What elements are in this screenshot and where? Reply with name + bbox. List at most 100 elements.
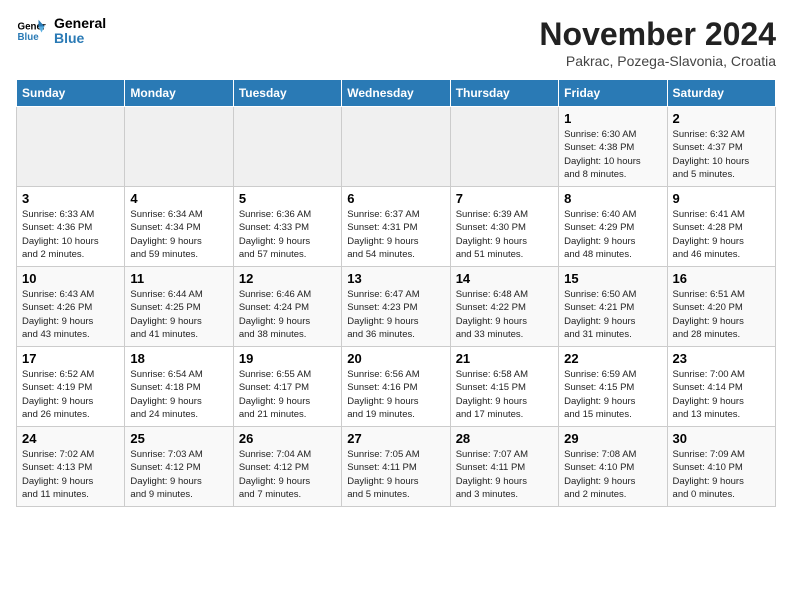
calendar-cell: 27 Sunrise: 7:05 AM Sunset: 4:11 PM Dayli… <box>342 427 450 507</box>
calendar-cell: 30 Sunrise: 7:09 AM Sunset: 4:10 PM Dayli… <box>667 427 775 507</box>
day-number: 27 <box>347 431 444 446</box>
day-number: 26 <box>239 431 336 446</box>
calendar-cell: 8 Sunrise: 6:40 AM Sunset: 4:29 PM Daylig… <box>559 187 667 267</box>
day-info: Sunrise: 6:51 AM Sunset: 4:20 PM Dayligh… <box>673 288 770 341</box>
calendar-cell: 25Sunrise: 7:03 AM Sunset: 4:12 PM Dayli… <box>125 427 233 507</box>
weekday-header-sunday: Sunday <box>17 80 125 107</box>
calendar-cell: 26Sunrise: 7:04 AM Sunset: 4:12 PM Dayli… <box>233 427 341 507</box>
day-number: 17 <box>22 351 119 366</box>
calendar-cell <box>342 107 450 187</box>
day-number: 7 <box>456 191 553 206</box>
calendar-cell: 3 Sunrise: 6:33 AM Sunset: 4:36 PM Daylig… <box>17 187 125 267</box>
calendar-cell: 12Sunrise: 6:46 AM Sunset: 4:24 PM Dayli… <box>233 267 341 347</box>
day-number: 3 <box>22 191 119 206</box>
day-number: 13 <box>347 271 444 286</box>
calendar-cell: 11 Sunrise: 6:44 AM Sunset: 4:25 PM Dayli… <box>125 267 233 347</box>
weekday-header-row: SundayMondayTuesdayWednesdayThursdayFrid… <box>17 80 776 107</box>
calendar-cell: 28 Sunrise: 7:07 AM Sunset: 4:11 PM Dayli… <box>450 427 558 507</box>
day-info: Sunrise: 6:50 AM Sunset: 4:21 PM Dayligh… <box>564 288 661 341</box>
day-number: 19 <box>239 351 336 366</box>
day-number: 29 <box>564 431 661 446</box>
day-number: 11 <box>130 271 227 286</box>
day-info: Sunrise: 6:30 AM Sunset: 4:38 PM Dayligh… <box>564 128 661 181</box>
day-info: Sunrise: 6:36 AM Sunset: 4:33 PM Dayligh… <box>239 208 336 261</box>
day-info: Sunrise: 6:40 AM Sunset: 4:29 PM Dayligh… <box>564 208 661 261</box>
calendar-cell: 18Sunrise: 6:54 AM Sunset: 4:18 PM Dayli… <box>125 347 233 427</box>
day-info: Sunrise: 7:09 AM Sunset: 4:10 PM Dayligh… <box>673 448 770 501</box>
day-info: Sunrise: 7:00 AM Sunset: 4:14 PM Dayligh… <box>673 368 770 421</box>
calendar-week-row: 24Sunrise: 7:02 AM Sunset: 4:13 PM Dayli… <box>17 427 776 507</box>
calendar-week-row: 1 Sunrise: 6:30 AM Sunset: 4:38 PM Daylig… <box>17 107 776 187</box>
day-info: Sunrise: 6:32 AM Sunset: 4:37 PM Dayligh… <box>673 128 770 181</box>
weekday-header-friday: Friday <box>559 80 667 107</box>
calendar-week-row: 10 Sunrise: 6:43 AM Sunset: 4:26 PM Dayli… <box>17 267 776 347</box>
day-number: 4 <box>130 191 227 206</box>
day-number: 22 <box>564 351 661 366</box>
day-info: Sunrise: 6:58 AM Sunset: 4:15 PM Dayligh… <box>456 368 553 421</box>
day-info: Sunrise: 7:03 AM Sunset: 4:12 PM Dayligh… <box>130 448 227 501</box>
weekday-header-tuesday: Tuesday <box>233 80 341 107</box>
logo-icon: General Blue <box>16 16 46 46</box>
calendar-week-row: 17 Sunrise: 6:52 AM Sunset: 4:19 PM Dayli… <box>17 347 776 427</box>
calendar-cell: 19 Sunrise: 6:55 AM Sunset: 4:17 PM Dayli… <box>233 347 341 427</box>
day-number: 30 <box>673 431 770 446</box>
calendar-cell: 22 Sunrise: 6:59 AM Sunset: 4:15 PM Dayli… <box>559 347 667 427</box>
calendar-cell: 21 Sunrise: 6:58 AM Sunset: 4:15 PM Dayli… <box>450 347 558 427</box>
calendar-cell: 6Sunrise: 6:37 AM Sunset: 4:31 PM Daylig… <box>342 187 450 267</box>
day-info: Sunrise: 6:37 AM Sunset: 4:31 PM Dayligh… <box>347 208 444 261</box>
day-number: 28 <box>456 431 553 446</box>
calendar-cell: 24Sunrise: 7:02 AM Sunset: 4:13 PM Dayli… <box>17 427 125 507</box>
day-number: 21 <box>456 351 553 366</box>
logo: General Blue General Blue <box>16 16 106 47</box>
day-info: Sunrise: 7:05 AM Sunset: 4:11 PM Dayligh… <box>347 448 444 501</box>
calendar-body: 1 Sunrise: 6:30 AM Sunset: 4:38 PM Daylig… <box>17 107 776 507</box>
day-info: Sunrise: 6:48 AM Sunset: 4:22 PM Dayligh… <box>456 288 553 341</box>
logo-blue: Blue <box>54 31 106 46</box>
day-number: 10 <box>22 271 119 286</box>
title-area: November 2024 Pakrac, Pozega-Slavonia, C… <box>539 16 776 69</box>
day-number: 9 <box>673 191 770 206</box>
day-info: Sunrise: 6:59 AM Sunset: 4:15 PM Dayligh… <box>564 368 661 421</box>
calendar-cell <box>17 107 125 187</box>
logo-general: General <box>54 16 106 31</box>
day-number: 12 <box>239 271 336 286</box>
day-info: Sunrise: 6:52 AM Sunset: 4:19 PM Dayligh… <box>22 368 119 421</box>
calendar-cell: 29 Sunrise: 7:08 AM Sunset: 4:10 PM Dayli… <box>559 427 667 507</box>
day-info: Sunrise: 6:39 AM Sunset: 4:30 PM Dayligh… <box>456 208 553 261</box>
calendar-cell <box>233 107 341 187</box>
day-info: Sunrise: 7:07 AM Sunset: 4:11 PM Dayligh… <box>456 448 553 501</box>
calendar-week-row: 3 Sunrise: 6:33 AM Sunset: 4:36 PM Daylig… <box>17 187 776 267</box>
day-number: 15 <box>564 271 661 286</box>
day-info: Sunrise: 6:34 AM Sunset: 4:34 PM Dayligh… <box>130 208 227 261</box>
day-number: 23 <box>673 351 770 366</box>
calendar-cell: 5 Sunrise: 6:36 AM Sunset: 4:33 PM Daylig… <box>233 187 341 267</box>
day-info: Sunrise: 6:44 AM Sunset: 4:25 PM Dayligh… <box>130 288 227 341</box>
day-info: Sunrise: 6:55 AM Sunset: 4:17 PM Dayligh… <box>239 368 336 421</box>
calendar-cell: 16 Sunrise: 6:51 AM Sunset: 4:20 PM Dayli… <box>667 267 775 347</box>
day-number: 8 <box>564 191 661 206</box>
day-info: Sunrise: 7:08 AM Sunset: 4:10 PM Dayligh… <box>564 448 661 501</box>
calendar-cell <box>450 107 558 187</box>
day-number: 5 <box>239 191 336 206</box>
day-info: Sunrise: 6:41 AM Sunset: 4:28 PM Dayligh… <box>673 208 770 261</box>
calendar-cell: 23 Sunrise: 7:00 AM Sunset: 4:14 PM Dayli… <box>667 347 775 427</box>
calendar-cell: 4 Sunrise: 6:34 AM Sunset: 4:34 PM Daylig… <box>125 187 233 267</box>
svg-text:Blue: Blue <box>18 32 40 43</box>
weekday-header-thursday: Thursday <box>450 80 558 107</box>
day-number: 16 <box>673 271 770 286</box>
calendar-cell: 17 Sunrise: 6:52 AM Sunset: 4:19 PM Dayli… <box>17 347 125 427</box>
calendar-cell: 14 Sunrise: 6:48 AM Sunset: 4:22 PM Dayli… <box>450 267 558 347</box>
day-info: Sunrise: 6:47 AM Sunset: 4:23 PM Dayligh… <box>347 288 444 341</box>
day-info: Sunrise: 6:43 AM Sunset: 4:26 PM Dayligh… <box>22 288 119 341</box>
weekday-header-monday: Monday <box>125 80 233 107</box>
location: Pakrac, Pozega-Slavonia, Croatia <box>539 53 776 69</box>
calendar-cell: 2Sunrise: 6:32 AM Sunset: 4:37 PM Daylig… <box>667 107 775 187</box>
day-number: 20 <box>347 351 444 366</box>
calendar-cell: 9 Sunrise: 6:41 AM Sunset: 4:28 PM Daylig… <box>667 187 775 267</box>
calendar-cell: 7 Sunrise: 6:39 AM Sunset: 4:30 PM Daylig… <box>450 187 558 267</box>
calendar-table: SundayMondayTuesdayWednesdayThursdayFrid… <box>16 79 776 507</box>
day-info: Sunrise: 6:33 AM Sunset: 4:36 PM Dayligh… <box>22 208 119 261</box>
day-number: 1 <box>564 111 661 126</box>
day-number: 14 <box>456 271 553 286</box>
calendar-header: SundayMondayTuesdayWednesdayThursdayFrid… <box>17 80 776 107</box>
